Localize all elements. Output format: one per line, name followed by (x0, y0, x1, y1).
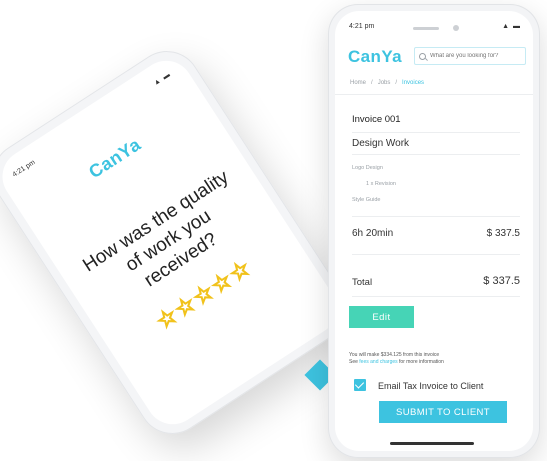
status-time: 4:21 pm (11, 159, 37, 179)
rating-question: How was the quality of work you received… (79, 166, 233, 292)
rating-phone: 4:21 pm ▲ ▬ CanYa How was the quality of… (0, 38, 360, 447)
divider (335, 94, 533, 95)
status-bar: 4:21 pm ▲ ▬ (335, 23, 533, 35)
search-input[interactable] (430, 53, 522, 59)
invoice-subtitle: Design Work (352, 138, 410, 149)
app-header: CanYa (335, 41, 533, 71)
search-icon (419, 52, 426, 60)
invoice-title: Invoice 001 (352, 114, 401, 125)
total-label: Total (352, 277, 373, 288)
home-indicator (390, 442, 474, 445)
breadcrumb-home[interactable]: Home (350, 80, 366, 86)
fees-link[interactable]: fees and charges (359, 359, 397, 365)
invoice-item: Style Guide (352, 197, 381, 203)
canya-logo[interactable]: CanYa (348, 47, 402, 67)
rating-screen: 4:21 pm ▲ ▬ CanYa How was the quality of… (0, 50, 347, 435)
hours-worked: 6h 20min (352, 228, 394, 239)
breadcrumb: Home / Jobs / Invoices (350, 80, 425, 86)
camera (453, 25, 459, 31)
invoice-screen: 4:21 pm ▲ ▬ CanYa Home/Jobs/Invoices Inv… (335, 11, 533, 451)
divider (352, 254, 520, 255)
divider (352, 154, 520, 155)
status-icons: ▲ ▬ (502, 23, 521, 30)
breadcrumb-invoices[interactable]: Invoices (402, 80, 424, 86)
invoice-item: 1 x Revision (366, 181, 396, 187)
divider (352, 296, 520, 297)
status-icons: ▲ ▬ (152, 70, 173, 88)
divider (352, 216, 520, 217)
total-amount: $ 337.5 (483, 275, 520, 287)
breadcrumb-jobs[interactable]: Jobs (378, 80, 391, 86)
search-bar[interactable] (414, 47, 526, 65)
invoice-item: Logo Design (352, 165, 383, 171)
hours-amount: $ 337.5 (486, 228, 520, 239)
email-invoice-label[interactable]: Email Tax Invoice to Client (378, 381, 483, 391)
status-time: 4:21 pm (349, 23, 375, 30)
edit-button[interactable]: Edit (349, 306, 414, 328)
divider (352, 132, 520, 133)
invoice-phone: 4:21 pm ▲ ▬ CanYa Home/Jobs/Invoices Inv… (328, 4, 540, 458)
submit-to-client-button[interactable]: SUBMIT TO CLIENT (379, 401, 507, 423)
email-invoice-checkbox[interactable] (354, 379, 366, 391)
speaker (413, 27, 439, 30)
earnings-note: You will make $334.125 from this invoice… (349, 352, 444, 365)
